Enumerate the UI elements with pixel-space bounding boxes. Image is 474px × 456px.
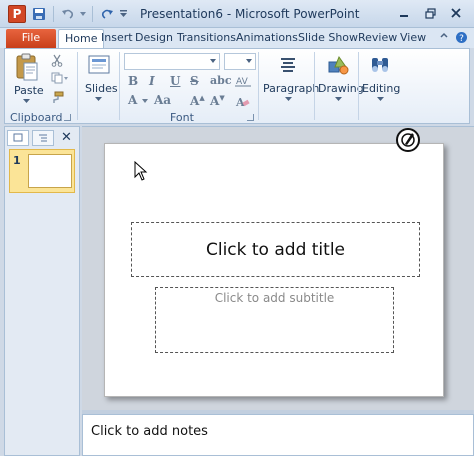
qat-separator (53, 6, 54, 22)
paste-dropdown-icon[interactable] (22, 98, 30, 104)
paragraph-icon[interactable] (276, 53, 300, 77)
clipboard-launcher-icon[interactable] (64, 114, 71, 121)
tab-home[interactable]: Home (58, 29, 105, 48)
redo-icon[interactable] (98, 5, 116, 23)
font-launcher-icon[interactable] (247, 114, 254, 121)
grow-font-icon[interactable]: A▲ (190, 93, 205, 108)
editing-find-icon[interactable] (368, 53, 392, 77)
clear-formatting-icon[interactable]: A (234, 94, 250, 108)
font-size-dropdown-icon[interactable] (246, 59, 252, 63)
font-size-combo[interactable] (224, 53, 256, 70)
bold-icon[interactable]: B (128, 74, 138, 88)
editing-button-label[interactable]: Editing (362, 82, 400, 95)
notes-placeholder[interactable]: Click to add notes (91, 424, 208, 439)
slides-button-label[interactable]: Slides (85, 82, 118, 95)
group-separator (77, 52, 78, 120)
change-case-icon[interactable]: Aa (154, 93, 171, 107)
svg-text:A: A (235, 96, 245, 108)
paste-button-label[interactable]: Paste (14, 84, 44, 97)
slide-thumbnail[interactable] (28, 154, 72, 188)
restore-button[interactable] (418, 4, 442, 22)
mouse-pointer-icon (134, 160, 148, 184)
undo-dropdown-icon[interactable] (79, 5, 87, 23)
strikethrough-icon[interactable]: S (190, 74, 199, 88)
paste-icon[interactable] (14, 52, 40, 82)
italic-icon[interactable]: I (149, 74, 155, 88)
shrink-font-icon[interactable]: A▼ (210, 93, 225, 108)
close-button[interactable] (444, 4, 468, 22)
undo-icon[interactable] (59, 5, 77, 23)
group-separator (119, 52, 120, 120)
quick-access-toolbar (30, 5, 128, 23)
slides-pane: ✕ 1 (4, 126, 80, 456)
title-bar: P Presentation6 - Microsoft PowerPoint (0, 0, 474, 28)
tab-transitions[interactable]: Transitions (177, 29, 236, 48)
copy-icon[interactable] (50, 71, 70, 85)
format-painter-icon[interactable] (50, 90, 64, 104)
font-color-icon[interactable]: A (128, 93, 137, 107)
title-placeholder[interactable]: Click to add title (131, 222, 420, 277)
slide-thumbnail-number: 1 (13, 154, 21, 167)
customize-qat-icon[interactable] (118, 5, 128, 23)
tab-review[interactable]: Review (358, 29, 397, 48)
font-color-dropdown-icon[interactable] (142, 98, 148, 103)
window-title: Presentation6 - Microsoft PowerPoint (140, 7, 360, 21)
help-icon[interactable]: ? (455, 31, 468, 47)
qat-separator (92, 6, 93, 22)
tab-design[interactable]: Design (135, 29, 173, 48)
text-shadow-icon[interactable]: abc (210, 74, 232, 87)
tab-animations[interactable]: Animations (236, 29, 298, 48)
ribbon-tab-row: File Home Insert Design Transitions Anim… (0, 28, 474, 48)
font-name-combo[interactable] (124, 53, 220, 70)
ribbon-tools: ? (439, 31, 468, 47)
subtitle-placeholder[interactable]: Click to add subtitle (155, 287, 394, 353)
close-pane-icon[interactable]: ✕ (61, 130, 72, 146)
tab-slide-show[interactable]: Slide Show (298, 29, 358, 48)
cut-icon[interactable] (50, 53, 64, 67)
paragraph-button-label[interactable]: Paragraph (263, 82, 319, 95)
drawing-dropdown-icon[interactable] (334, 96, 342, 102)
font-group-label: Font (170, 111, 194, 124)
outline-tab[interactable] (32, 130, 54, 146)
slides-pane-tabs: ✕ (7, 129, 77, 147)
drawing-shapes-icon[interactable] (326, 53, 350, 77)
group-separator (258, 52, 259, 120)
character-spacing-icon[interactable]: AV (233, 74, 253, 88)
group-separator (314, 52, 315, 120)
paragraph-dropdown-icon[interactable] (284, 96, 292, 102)
save-icon[interactable] (30, 5, 48, 23)
minimize-button[interactable] (392, 4, 416, 22)
tab-insert[interactable]: Insert (101, 29, 133, 48)
svg-text:?: ? (459, 34, 464, 44)
clipboard-group-label: Clipboard (10, 111, 63, 124)
slides-dropdown-icon[interactable] (94, 96, 102, 102)
new-slide-icon[interactable] (86, 52, 112, 78)
pin-icon (395, 127, 421, 156)
drawing-button-label[interactable]: Drawing (318, 82, 364, 95)
group-separator (358, 52, 359, 120)
slides-tab[interactable] (7, 130, 29, 146)
minimize-ribbon-icon[interactable] (439, 31, 449, 47)
underline-icon[interactable]: U (170, 74, 180, 88)
powerpoint-app-icon[interactable]: P (8, 5, 26, 23)
tab-view[interactable]: View (400, 29, 426, 48)
font-name-dropdown-icon[interactable] (210, 59, 216, 63)
tab-file[interactable]: File (6, 29, 56, 48)
editing-dropdown-icon[interactable] (376, 96, 384, 102)
window-controls (392, 4, 468, 22)
slide-thumbnail-item[interactable]: 1 (9, 149, 75, 193)
notes-pane[interactable]: Click to add notes (82, 414, 474, 456)
